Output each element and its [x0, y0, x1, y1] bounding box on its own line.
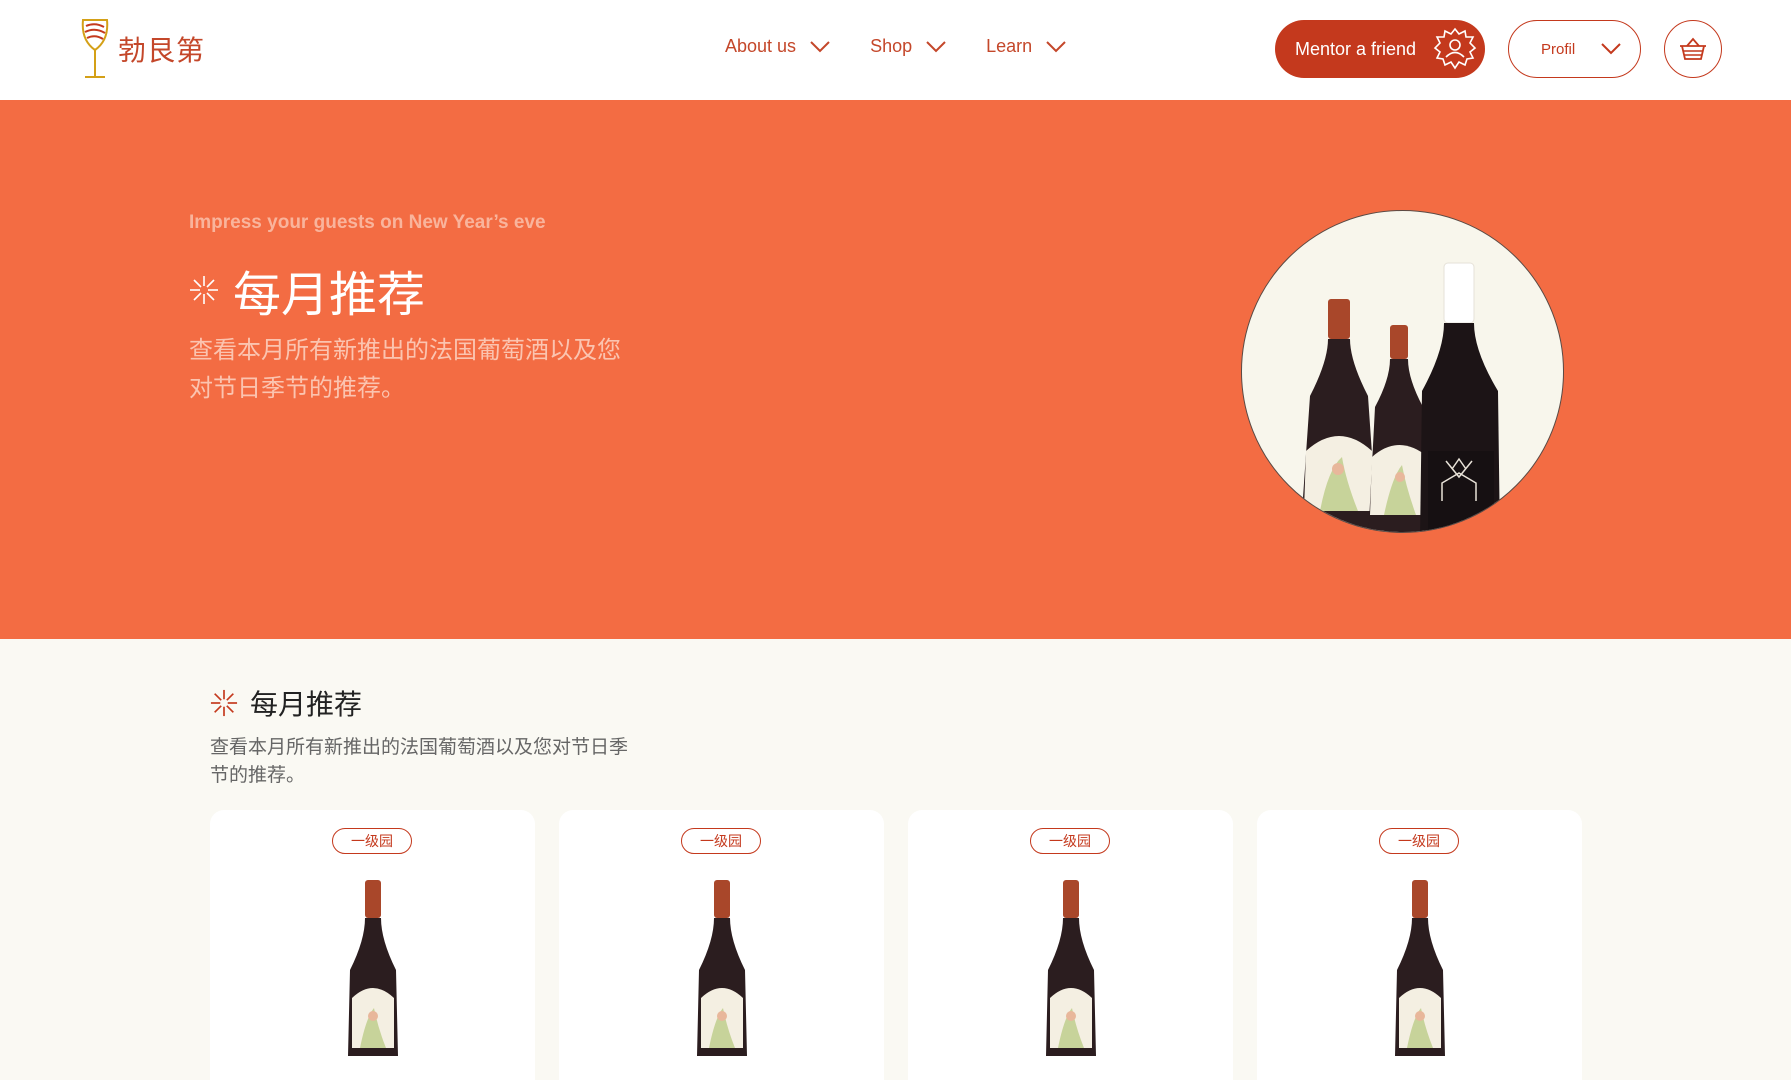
product-grid: 一级园 一级园 一级园 一级园 — [210, 810, 1582, 1080]
site-header: 勃艮第 About us Shop Learn Mentor a friend … — [0, 0, 1791, 100]
mentor-button-label: Mentor a friend — [1295, 38, 1417, 59]
product-card[interactable]: 一级园 — [559, 810, 884, 1080]
chevron-down-icon — [926, 40, 946, 52]
premier-cru-badge: 一级园 — [1030, 828, 1110, 854]
nav-shop-label: Shop — [870, 36, 913, 56]
nav-about-us[interactable]: About us — [725, 36, 830, 57]
hero-description: 查看本月所有新推出的法国葡萄酒以及您对节日季节的推荐。 — [189, 337, 621, 402]
premier-cru-badge: 一级园 — [332, 828, 412, 854]
wine-bottle-left — [1300, 299, 1378, 532]
product-card[interactable]: 一级园 — [908, 810, 1233, 1080]
sparkle-icon — [190, 276, 218, 304]
cart-button[interactable] — [1664, 20, 1722, 78]
profil-label: Profil — [1541, 40, 1576, 58]
wine-bottle-right — [1420, 262, 1500, 532]
mentor-a-friend-button[interactable]: Mentor a friend — [1275, 20, 1485, 78]
premier-cru-badge: 一级园 — [1379, 828, 1459, 854]
nav-learn-label: Learn — [986, 36, 1033, 56]
nav-learn[interactable]: Learn — [986, 36, 1066, 57]
hero-title-text: 每月推荐 — [233, 267, 426, 323]
product-card[interactable]: 一级园 — [210, 810, 535, 1080]
product-card[interactable]: 一级园 — [1257, 810, 1582, 1080]
wine-bottle-image — [697, 880, 747, 1056]
section-description: 查看本月所有新推出的法国葡萄酒以及您对节日季节的推荐。 — [210, 737, 629, 786]
profil-dropdown-button[interactable]: Profil — [1508, 20, 1641, 78]
hero-wine-image — [1241, 210, 1564, 533]
wine-bottle-image — [1395, 880, 1445, 1056]
hero-eyebrow: Impress your guests on New Year’s eve — [189, 212, 546, 233]
nav-about-us-label: About us — [725, 36, 797, 56]
section-title: 每月推荐 — [210, 683, 362, 723]
premier-cru-badge: 一级园 — [681, 828, 761, 854]
chevron-down-icon — [1046, 40, 1066, 52]
basket-icon — [1680, 37, 1706, 60]
wine-bottles-illustration — [1300, 262, 1500, 532]
section-title-text: 每月推荐 — [250, 688, 363, 721]
chevron-down-icon — [1601, 43, 1621, 55]
main-nav: About us Shop Learn — [725, 36, 1066, 57]
nav-shop[interactable]: Shop — [870, 36, 946, 57]
wine-bottle-image — [1046, 880, 1096, 1056]
hero-title: 每月推荐 — [189, 255, 425, 325]
wine-glass-logo-icon — [81, 19, 109, 78]
logo[interactable]: 勃艮第 — [80, 18, 205, 80]
wine-bottle-image — [348, 880, 398, 1056]
chevron-down-icon — [810, 40, 830, 52]
logo-text: 勃艮第 — [118, 34, 206, 67]
hero-banner: Impress your guests on New Year’s eve 每月… — [0, 100, 1791, 639]
sparkle-icon — [210, 689, 238, 717]
user-badge-icon — [1433, 27, 1477, 70]
